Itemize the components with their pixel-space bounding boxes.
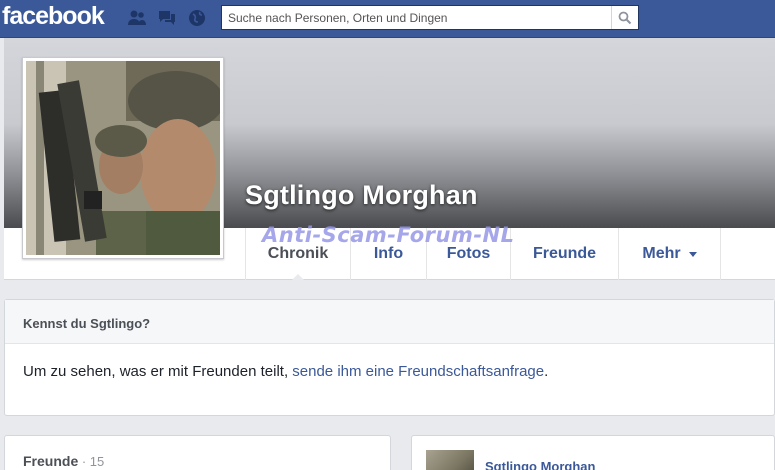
chevron-down-icon [688, 251, 697, 257]
tab-label: Chronik [267, 245, 329, 262]
prompt-title: Kennst du Sgtlingo? [5, 300, 774, 344]
prompt-body: Um zu sehen, was er mit Freunden teilt, … [5, 344, 774, 399]
tab-label: Info [373, 245, 404, 262]
timeline-post: Sgtlingo Morghan [411, 435, 775, 470]
search-icon [618, 11, 632, 24]
post-author-avatar[interactable] [426, 450, 474, 470]
friends-count: 15 [89, 454, 105, 469]
post-author-name[interactable]: Sgtlingo Morghan [485, 459, 595, 470]
tab-label: Fotos [446, 245, 491, 262]
friends-separator: · [78, 454, 90, 469]
messages-icon[interactable] [156, 8, 178, 28]
friend-requests-icon[interactable] [126, 8, 148, 28]
facebook-logo[interactable]: facebook [2, 2, 105, 31]
profile-picture[interactable] [22, 57, 224, 259]
notification-jewels [126, 8, 208, 28]
profile-photo-image [26, 61, 220, 255]
notifications-globe-icon[interactable] [186, 8, 208, 28]
top-navigation-bar: facebook [0, 0, 775, 38]
prompt-text-end: . [544, 363, 549, 380]
tab-label: Freunde [532, 245, 597, 262]
friend-request-prompt: Kennst du Sgtlingo? Um zu sehen, was er … [4, 299, 775, 416]
prompt-text: Um zu sehen, was er mit Freunden teilt, [23, 363, 293, 380]
watermark-text: Anti-Scam-Forum-NL [262, 223, 515, 247]
search-bar [221, 5, 639, 30]
profile-name[interactable]: Sgtlingo Morghan [245, 180, 478, 211]
send-friend-request-link[interactable]: sende ihm eine Freundschaftsanfrage [292, 363, 544, 380]
tab-label: Mehr [642, 245, 681, 262]
tab-freunde[interactable]: Freunde [510, 228, 618, 280]
friends-box[interactable]: Freunde · 15 [4, 435, 391, 470]
tab-mehr[interactable]: Mehr [618, 228, 721, 280]
friends-label: Freunde [23, 453, 79, 469]
search-button[interactable] [611, 6, 638, 29]
search-input[interactable] [222, 6, 611, 29]
